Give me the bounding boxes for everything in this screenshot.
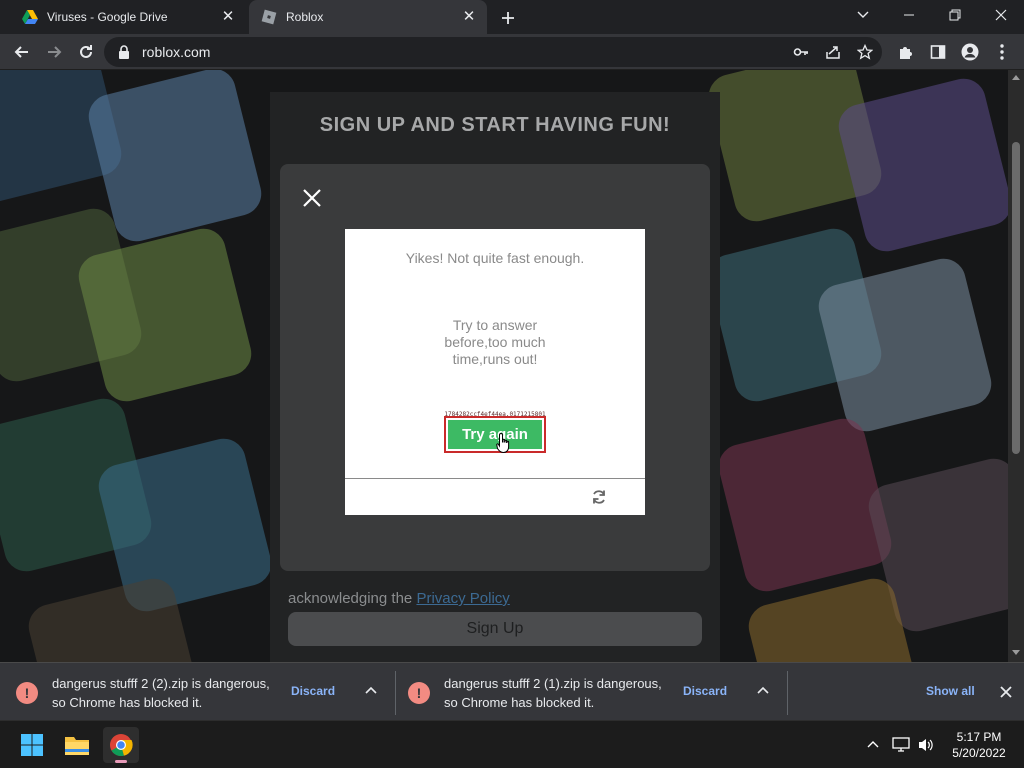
show-all-button[interactable]: Show all	[926, 684, 975, 698]
side-panel-icon	[930, 45, 946, 59]
chrome-taskbar-button[interactable]	[103, 727, 139, 763]
captcha-message: Try to answer before,too much time,runs …	[444, 317, 546, 367]
close-icon[interactable]	[300, 186, 324, 210]
reload-button[interactable]	[72, 38, 100, 66]
signup-headline: SIGN UP AND START HAVING FUN!	[319, 114, 671, 136]
download-message-line: so Chrome has blocked it.	[444, 695, 595, 710]
ack-text: acknowledging the	[288, 590, 417, 607]
divider	[787, 671, 788, 715]
tab-strip: Viruses - Google Drive ✕ Roblox ✕	[0, 0, 1024, 34]
back-button[interactable]	[8, 38, 36, 66]
roblox-icon	[261, 9, 277, 25]
scrollbar-thumb[interactable]	[1012, 142, 1020, 454]
url-text[interactable]: roblox.com	[142, 44, 210, 60]
restore-icon	[949, 9, 961, 21]
puzzle-icon	[900, 47, 912, 59]
refresh-icon[interactable]	[590, 488, 608, 506]
tab-title: Viruses - Google Drive	[47, 10, 168, 24]
privacy-acknowledgement: acknowledging the Privacy Policy	[288, 590, 510, 607]
restore-button[interactable]	[932, 0, 978, 30]
download-item[interactable]: ! dangerus stufff 2 (1).zip is dangerous…	[392, 663, 788, 721]
menu-button[interactable]	[988, 38, 1016, 66]
star-icon[interactable]	[857, 44, 873, 60]
close-tab-icon[interactable]: ✕	[461, 9, 477, 25]
tab-google-drive[interactable]: Viruses - Google Drive ✕	[10, 0, 246, 34]
discard-button[interactable]: Discard	[683, 684, 727, 698]
active-indicator	[115, 760, 127, 763]
scroll-down-icon[interactable]	[1012, 650, 1020, 656]
windows-logo-icon	[21, 734, 43, 756]
chevron-up-icon[interactable]	[754, 682, 772, 700]
side-panel-button[interactable]	[924, 38, 952, 66]
chevron-up-icon[interactable]	[362, 682, 380, 700]
try-again-button[interactable]: Try again	[448, 420, 542, 449]
file-explorer-button[interactable]	[59, 727, 95, 763]
privacy-policy-link[interactable]: Privacy Policy	[416, 590, 509, 607]
download-message-line: dangerus stufff 2 (2).zip is dangerous,	[52, 676, 270, 691]
google-drive-icon	[22, 10, 38, 24]
hand-cursor-icon	[496, 432, 510, 454]
profile-icon	[961, 43, 979, 61]
captcha-modal: Yikes! Not quite fast enough. Try to ans…	[280, 164, 710, 571]
chevron-down-icon	[857, 11, 869, 18]
new-tab-button[interactable]	[498, 8, 518, 28]
download-message: dangerus stufff 2 (1).zip is dangerous, …	[444, 674, 674, 712]
plus-icon	[502, 12, 514, 24]
chevron-up-icon[interactable]	[866, 738, 880, 750]
reload-icon	[80, 45, 92, 58]
close-icon	[995, 9, 1007, 21]
clock-date: 5/20/2022	[952, 746, 1006, 760]
address-bar[interactable]: roblox.com	[104, 37, 882, 67]
try-again-highlight: Try again	[444, 416, 546, 453]
arrow-left-icon	[14, 46, 28, 58]
captcha-divider	[345, 478, 645, 479]
warning-icon: !	[408, 682, 430, 704]
download-shelf: ! dangerus stufff 2 (2).zip is dangerous…	[0, 662, 1024, 720]
system-clock[interactable]: 5:17 PM 5/20/2022	[944, 729, 1014, 761]
close-icon[interactable]	[996, 682, 1016, 702]
download-message-line: so Chrome has blocked it.	[52, 695, 203, 710]
tab-roblox[interactable]: Roblox ✕	[249, 0, 487, 34]
folder-icon	[65, 737, 89, 755]
close-window-button[interactable]	[978, 0, 1024, 30]
forward-button[interactable]	[40, 38, 68, 66]
chrome-icon	[110, 734, 133, 757]
minimize-icon	[904, 14, 914, 16]
page-content: SIGN UP AND START HAVING FUN! acknowledg…	[0, 70, 1008, 662]
profile-button[interactable]	[956, 38, 984, 66]
captcha-title: Yikes! Not quite fast enough.	[405, 250, 585, 266]
start-button[interactable]	[14, 727, 50, 763]
taskbar: 5:17 PM 5/20/2022	[0, 720, 1024, 768]
arrow-right-icon	[48, 46, 62, 58]
page-scrollbar[interactable]	[1008, 70, 1024, 662]
close-tab-icon[interactable]: ✕	[220, 9, 236, 25]
kebab-menu-icon	[1000, 44, 1004, 60]
captcha-frame: Yikes! Not quite fast enough. Try to ans…	[345, 229, 645, 515]
warning-icon: !	[16, 682, 38, 704]
tab-title: Roblox	[286, 10, 324, 24]
key-icon[interactable]	[793, 45, 809, 59]
share-icon[interactable]	[825, 44, 841, 60]
tab-search-button[interactable]	[840, 0, 886, 30]
sign-up-button[interactable]: Sign Up	[288, 612, 702, 646]
minimize-button[interactable]	[886, 0, 932, 30]
download-message-line: dangerus stufff 2 (1).zip is dangerous,	[444, 676, 662, 691]
lock-icon[interactable]	[118, 45, 130, 59]
network-icon[interactable]	[892, 737, 910, 753]
discard-button[interactable]: Discard	[291, 684, 335, 698]
clock-time: 5:17 PM	[956, 730, 1002, 744]
browser-toolbar: roblox.com	[0, 34, 1024, 70]
speaker-icon[interactable]	[917, 737, 935, 753]
download-item[interactable]: ! dangerus stufff 2 (2).zip is dangerous…	[0, 663, 396, 721]
extensions-button[interactable]	[892, 38, 920, 66]
download-message: dangerus stufff 2 (2).zip is dangerous, …	[52, 674, 282, 712]
scroll-up-icon[interactable]	[1012, 74, 1020, 80]
